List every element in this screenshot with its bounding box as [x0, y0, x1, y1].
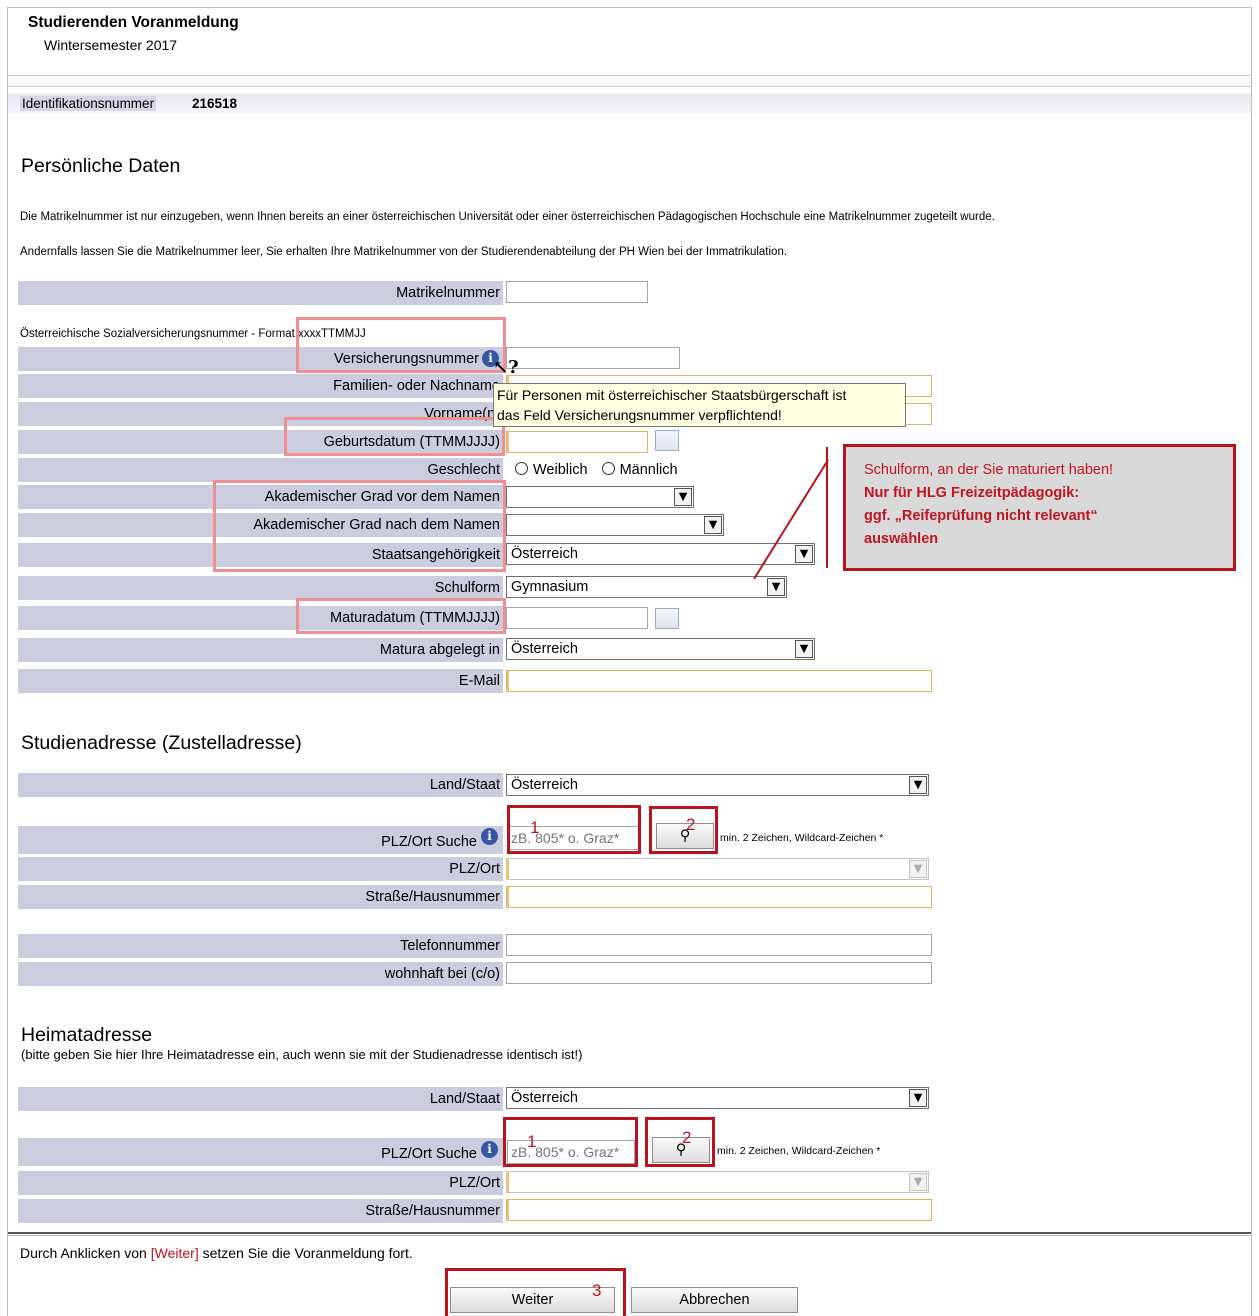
chevron-down-icon: ▼ [909, 1089, 927, 1107]
matura-in-value: Österreich [511, 641, 578, 657]
grad-nach-select[interactable]: ▼ [506, 514, 724, 536]
studien-land-value: Österreich [511, 777, 578, 793]
annotation-number-1: 1 [530, 818, 540, 837]
highlight-studien-plz-input [507, 805, 641, 854]
matrikel-label: Matrikelnummer [18, 281, 503, 305]
radio-maennlich[interactable] [601, 462, 615, 475]
callout-line-1: Schulform, an der Sie maturiert haben! [864, 462, 1114, 478]
ident-value: 216518 [192, 96, 238, 111]
chevron-down-icon: ▼ [795, 640, 813, 658]
studien-plz-hint: min. 2 Zeichen, Wildcard-Zeichen * [720, 832, 884, 844]
heimat-land-value: Österreich [511, 1090, 578, 1106]
chevron-down-icon: ▼ [909, 776, 927, 794]
footer-text-before: Durch Anklicken von [20, 1245, 151, 1261]
highlight-heimat-search [645, 1117, 715, 1167]
callout-connector [753, 459, 829, 580]
wohnhaft-input[interactable] [506, 962, 932, 984]
staat-value: Österreich [511, 546, 578, 562]
highlight-svnr [296, 317, 506, 373]
email-input[interactable] [506, 670, 932, 692]
section-title-heimatadresse: Heimatadresse [21, 1024, 153, 1046]
svnr-input[interactable] [506, 347, 680, 369]
semester-label: Wintersemester 2017 [44, 37, 178, 53]
annotation-number-3: 3 [592, 1281, 602, 1300]
grad-vor-select[interactable]: ▼ [506, 486, 694, 508]
callout-box: Schulform, an der Sie maturiert haben! N… [843, 444, 1236, 571]
heimat-strasse-input[interactable] [506, 1199, 932, 1221]
heimat-land-select[interactable]: Österreich ▼ [506, 1087, 929, 1109]
telefon-input[interactable] [506, 934, 932, 956]
highlight-studien-search [649, 806, 718, 854]
footer-text-after: setzen Sie die Voranmeldung fort. [198, 1245, 413, 1261]
email-label: E-Mail [18, 669, 503, 693]
annotation-number-2: 2 [682, 1128, 692, 1147]
schulform-value: Gymnasium [511, 579, 589, 595]
geschlecht-label: Geschlecht [18, 458, 503, 482]
chevron-down-icon: ▼ [909, 1173, 927, 1191]
wohnhaft-label: wohnhaft bei (c/o) [18, 962, 503, 986]
highlight-grade-staat [213, 480, 506, 572]
telefon-label: Telefonnummer [18, 934, 503, 958]
studien-plz-ort-label: PLZ/Ort [18, 857, 503, 881]
geburtsdatum-input[interactable] [506, 431, 648, 453]
section-title-personal: Persönliche Daten [21, 155, 181, 177]
matrikel-note-2: Andernfalls lassen Sie die Matrikelnumme… [20, 246, 788, 258]
familienname-label: Familien- oder Nachname [18, 374, 503, 398]
footer-weiter-link: [Weiter] [150, 1245, 199, 1261]
weiblich-label: Weiblich [533, 462, 588, 478]
highlight-maturadatum [296, 598, 506, 634]
info-icon[interactable]: i [481, 1141, 498, 1158]
studien-plz-suche-label: PLZ/Ort Suche [18, 826, 503, 854]
maturadatum-input[interactable] [506, 607, 648, 629]
highlight-geburtsdatum [284, 417, 505, 456]
schulform-label: Schulform [18, 576, 503, 600]
annotation-number-1: 1 [527, 1132, 537, 1151]
tooltip-line-2: das Feld Versicherungsnummer verpflichte… [497, 407, 782, 423]
callout-line-4: auswählen [864, 531, 939, 547]
studien-plz-ort-select[interactable]: ▼ [506, 858, 929, 880]
header-divider [8, 75, 1251, 87]
chevron-down-icon: ▼ [674, 488, 692, 506]
section-title-studienadresse: Studienadresse (Zustelladresse) [21, 732, 302, 754]
studien-strasse-label: Straße/Hausnummer [18, 885, 503, 909]
annotation-number-2: 2 [686, 815, 696, 834]
heimat-plz-ort-label: PLZ/Ort [18, 1171, 503, 1195]
matrikel-input[interactable] [506, 281, 648, 303]
ident-label: Identifikationsnummer [20, 96, 157, 111]
matrikel-note-1: Die Matrikelnummer ist nur einzugeben, w… [20, 211, 995, 223]
maennlich-label: Männlich [619, 462, 678, 478]
calendar-icon[interactable] [655, 608, 679, 629]
heimat-plz-suche-label: PLZ/Ort Suche [18, 1138, 503, 1166]
help-cursor-icon: ↖? [493, 357, 519, 378]
heimat-strasse-label: Straße/Hausnummer [18, 1199, 503, 1223]
footer-text: Durch Anklicken von [Weiter] setzen Sie … [20, 1245, 413, 1261]
studien-land-label: Land/Staat [18, 773, 503, 797]
page-title: Studierenden Voranmeldung [28, 14, 239, 31]
info-icon[interactable]: i [481, 828, 498, 845]
matura-in-select[interactable]: Österreich ▼ [506, 638, 815, 660]
heimat-land-label: Land/Staat [18, 1087, 503, 1111]
studien-land-select[interactable]: Österreich ▼ [506, 774, 929, 796]
chevron-down-icon: ▼ [909, 860, 927, 878]
studien-strasse-input[interactable] [506, 886, 932, 908]
callout-line-3: ggf. „Reifeprüfung nicht relevant“ [864, 508, 1098, 524]
gender-options: Weiblich Männlich [515, 462, 678, 478]
heimat-plz-hint: min. 2 Zeichen, Wildcard-Zeichen * [717, 1145, 881, 1157]
tooltip-line-1: Für Personen mit österreichischer Staats… [497, 387, 847, 403]
callout-line-2: Nur für HLG Freizeitpädagogik: [864, 485, 1080, 501]
heimat-plz-ort-select[interactable]: ▼ [506, 1171, 929, 1193]
abbrechen-button[interactable]: Abbrechen [631, 1287, 798, 1313]
calendar-icon[interactable] [655, 430, 679, 451]
footer-divider [8, 1232, 1251, 1236]
chevron-down-icon: ▼ [704, 516, 722, 534]
matura-in-label: Matura abgelegt in [18, 638, 503, 662]
radio-weiblich[interactable] [515, 462, 528, 475]
tooltip: Für Personen mit österreichischer Staats… [493, 383, 906, 427]
heimat-subtitle: (bitte geben Sie hier Ihre Heimatadresse… [21, 1047, 583, 1062]
highlight-heimat-plz-input [503, 1117, 638, 1167]
